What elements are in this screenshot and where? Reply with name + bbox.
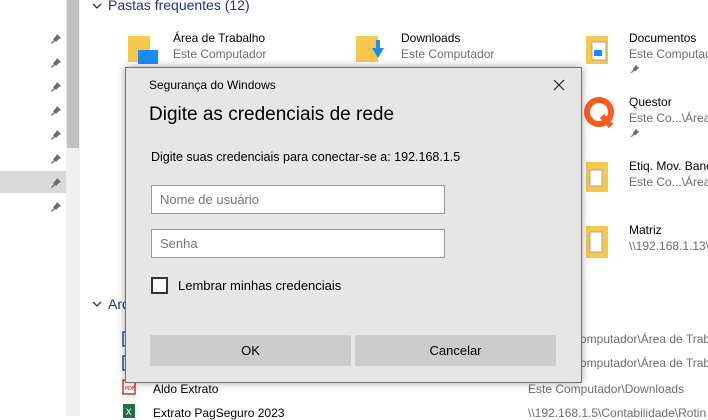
file-name: Extrato PagSeguro 2023 [153,406,285,420]
pin-icon[interactable] [50,105,62,117]
folder-title: Questor [629,95,672,109]
folder-icon [586,226,608,258]
dialog-prompt: Digite suas credenciais para conectar-se… [151,150,461,164]
remember-checkbox[interactable] [151,277,168,294]
folder-location: Este Co...\Área d [629,175,708,189]
frequent-folders-header[interactable]: Pastas frequentes (12) [108,0,250,13]
questor-app-icon [584,97,614,129]
ok-button[interactable]: OK [150,335,351,366]
close-icon [553,79,565,91]
dialog-heading: Digite as credenciais de rede [149,104,395,125]
folder-location: Este Computad [629,47,708,61]
folder-location: Este Co...\Área d [629,111,708,125]
documents-folder-icon [586,36,608,64]
close-button[interactable] [542,74,576,96]
pin-icon[interactable] [50,57,62,69]
scrollbar-thumb[interactable] [67,0,79,148]
downloads-folder-icon [356,36,384,62]
folder-title: Matriz [629,223,662,237]
folder-title: Etiq. Mov. Banc [629,159,708,173]
password-input[interactable] [151,229,445,258]
dialog-caption: Segurança do Windows [149,78,276,92]
cancel-button[interactable]: Cancelar [355,335,556,366]
folder-icon [586,162,608,192]
pin-icon[interactable] [50,201,62,213]
file-path: omputador\Área de Trabalh [580,332,708,346]
svg-text:PDF: PDF [125,386,135,392]
pin-icon[interactable] [50,81,62,93]
folder-location: \\192.168.1.13\ [629,239,708,253]
file-name: Aldo Extrato [153,382,219,396]
pin-icon[interactable] [50,177,62,189]
folder-title: Área de Trabalho [173,31,266,45]
folder-title: Downloads [401,31,461,45]
remember-label: Lembrar minhas credenciais [178,278,342,293]
folder-title: Documentos [629,31,697,45]
remember-credentials-option[interactable]: Lembrar minhas credenciais [151,277,341,294]
folder-location: Este Computador [401,47,495,61]
pin-icon[interactable] [630,64,640,74]
pin-icon[interactable] [50,153,62,165]
excel-icon: X [123,404,135,418]
pin-icon[interactable] [630,128,640,138]
desktop-folder-icon [128,36,158,64]
chevron-down-icon[interactable] [91,0,103,12]
svg-text:X: X [126,408,132,418]
folder-location: Este Computador [173,47,267,61]
file-path: omputador\Área de Trabalh [580,356,708,370]
file-path: Este Computador\Downloads [528,382,685,396]
chevron-down-icon[interactable] [91,298,103,310]
credentials-dialog: Segurança do Windows Digite as credencia… [125,67,582,383]
file-path: \\192.168.1.5\Contabilidade\Rotin [528,406,707,420]
pin-icon[interactable] [50,33,62,45]
pin-icon[interactable] [50,129,62,141]
username-input[interactable] [151,185,445,214]
